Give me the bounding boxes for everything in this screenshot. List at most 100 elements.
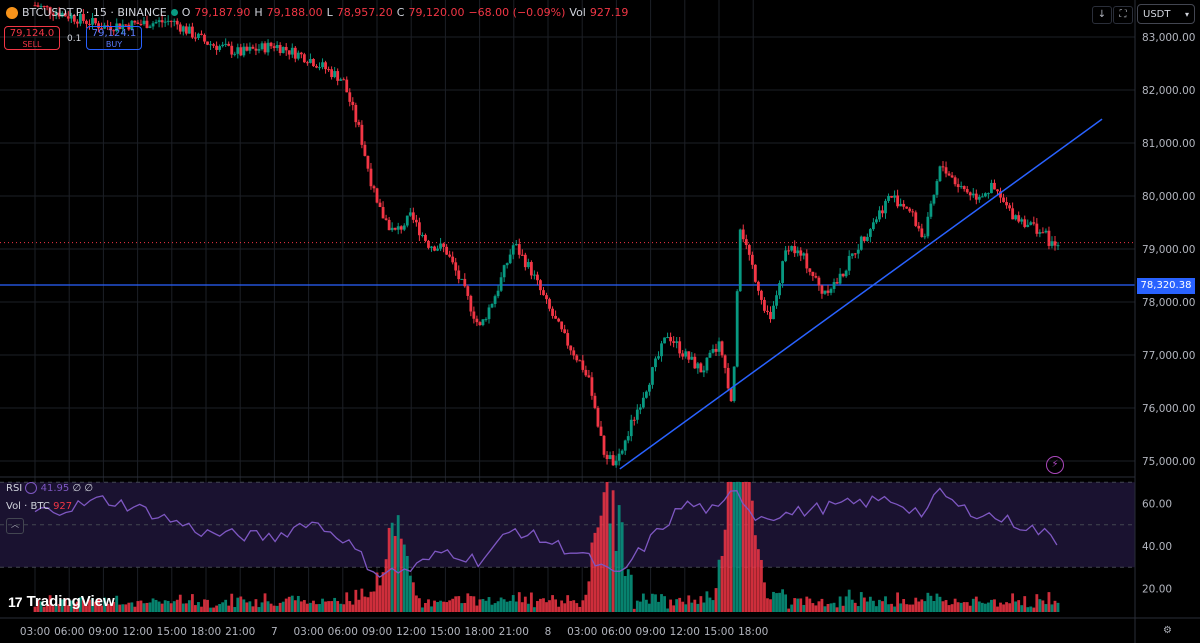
volume-bar: [254, 599, 258, 612]
volume-bar: [148, 602, 152, 612]
candle-body: [950, 175, 954, 178]
volume-bar: [136, 601, 140, 612]
volume-bar: [487, 597, 491, 612]
candle-body: [233, 53, 237, 55]
volume-bar: [224, 599, 228, 612]
volume-bar: [675, 599, 679, 612]
volume-bar: [484, 600, 488, 612]
volume-bar: [405, 556, 409, 612]
rsi-tick-label: 20.00: [1142, 584, 1172, 596]
volume-bar: [536, 601, 539, 612]
volume-bar: [569, 600, 573, 612]
candle-body: [557, 318, 561, 322]
candle-body: [1020, 219, 1024, 222]
volume-bar: [865, 601, 869, 612]
candle-body: [853, 253, 857, 255]
volume-indicator-value: 927: [53, 501, 73, 512]
candle-body: [184, 26, 188, 34]
volume-bar: [1056, 602, 1060, 612]
buy-label: BUY: [105, 40, 123, 49]
candle-body: [514, 244, 518, 246]
candle-body: [990, 182, 993, 194]
candle-body: [993, 182, 996, 190]
sell-button[interactable]: 79,124.0 SELL: [4, 26, 60, 50]
candle-body: [608, 455, 612, 460]
candle-body: [445, 246, 449, 255]
candle-body: [554, 315, 557, 319]
volume-bar: [796, 598, 800, 612]
candle-body: [245, 46, 249, 51]
buy-button[interactable]: 79,124.1 BUY: [86, 26, 142, 50]
volume-bar: [893, 606, 896, 612]
volume-bar: [760, 559, 763, 612]
candle-body: [1038, 232, 1042, 234]
settings-icon[interactable]: ⚙: [1163, 625, 1172, 636]
candle-body: [760, 290, 763, 300]
volume-bar: [787, 608, 791, 612]
candle-body: [1008, 205, 1011, 209]
fullscreen-icon[interactable]: ⛶: [1113, 6, 1133, 24]
volume-bar: [378, 585, 382, 612]
volume-bar: [971, 598, 975, 612]
candle-body: [766, 310, 769, 312]
volume-bar: [421, 607, 424, 612]
candle-body: [614, 460, 618, 466]
candle-body: [299, 52, 303, 55]
rsi-tick-label: 60.00: [1142, 499, 1172, 511]
candle-body: [339, 79, 343, 81]
candle-body: [281, 46, 285, 54]
candle-body: [820, 285, 824, 294]
candle-body: [566, 333, 570, 346]
candle-body: [172, 20, 176, 22]
candle-body: [720, 341, 724, 356]
open-value: 79,187.90: [194, 6, 251, 19]
time-tick-label: 03:00: [567, 626, 597, 638]
candle-body: [363, 144, 367, 156]
currency-select[interactable]: USDT ▾: [1137, 4, 1195, 24]
symbol-header[interactable]: BTCUSDT.P · 15 · BINANCE O 79,187.90 H 79,…: [6, 6, 628, 19]
volume-bar: [593, 532, 597, 612]
chart-area[interactable]: 83,000.00 82,000.00 81,000.00 80,000.00 79,0…: [0, 0, 1200, 643]
high-value: 79,188.00: [266, 6, 323, 19]
volume-bar: [533, 607, 536, 612]
volume-bar: [1020, 605, 1024, 612]
volume-bar: [769, 599, 772, 612]
flash-icon[interactable]: ⚡: [1046, 456, 1064, 474]
candle-body: [481, 319, 485, 326]
candle-body: [744, 239, 748, 246]
candle-body: [626, 436, 630, 441]
candle-body: [542, 290, 545, 296]
symbol-label[interactable]: BTCUSDT.P · 15 · BINANCE: [22, 6, 167, 19]
collapse-icon[interactable]: ︿: [6, 518, 24, 534]
volume-bar: [508, 600, 512, 612]
volume-legend[interactable]: Vol · BTC 927: [6, 501, 72, 512]
candle-body: [735, 291, 739, 367]
volume-bar: [312, 600, 315, 612]
volume-bar: [333, 597, 337, 612]
volume-bar: [372, 591, 376, 612]
volume-bar: [905, 604, 909, 612]
candle-body: [345, 79, 349, 93]
candle-body: [496, 290, 500, 297]
horizontal-line-price-tag[interactable]: 78,320.38: [1137, 278, 1195, 294]
volume-bar: [442, 601, 446, 612]
volume-bar: [433, 600, 436, 612]
volume-bar: [868, 596, 872, 612]
volume-bar: [445, 602, 449, 612]
scroll-down-icon[interactable]: ↓: [1092, 6, 1112, 24]
candle-body: [968, 192, 972, 196]
candle-body: [242, 46, 246, 56]
candle-body: [560, 321, 564, 330]
rsi-legend[interactable]: RSI 41.95 ∅ ∅: [6, 482, 93, 494]
volume-bar: [529, 592, 533, 612]
volume-bar: [663, 596, 666, 612]
candle-body: [330, 69, 334, 78]
volume-bar: [629, 574, 633, 612]
time-tick-label: 06:00: [54, 626, 84, 638]
volume-bar: [545, 602, 548, 612]
candle-body: [390, 227, 394, 231]
rsi-label: RSI: [6, 483, 23, 494]
candle-body: [602, 435, 606, 455]
candle-body: [1011, 208, 1015, 220]
volume-bar: [493, 603, 497, 612]
